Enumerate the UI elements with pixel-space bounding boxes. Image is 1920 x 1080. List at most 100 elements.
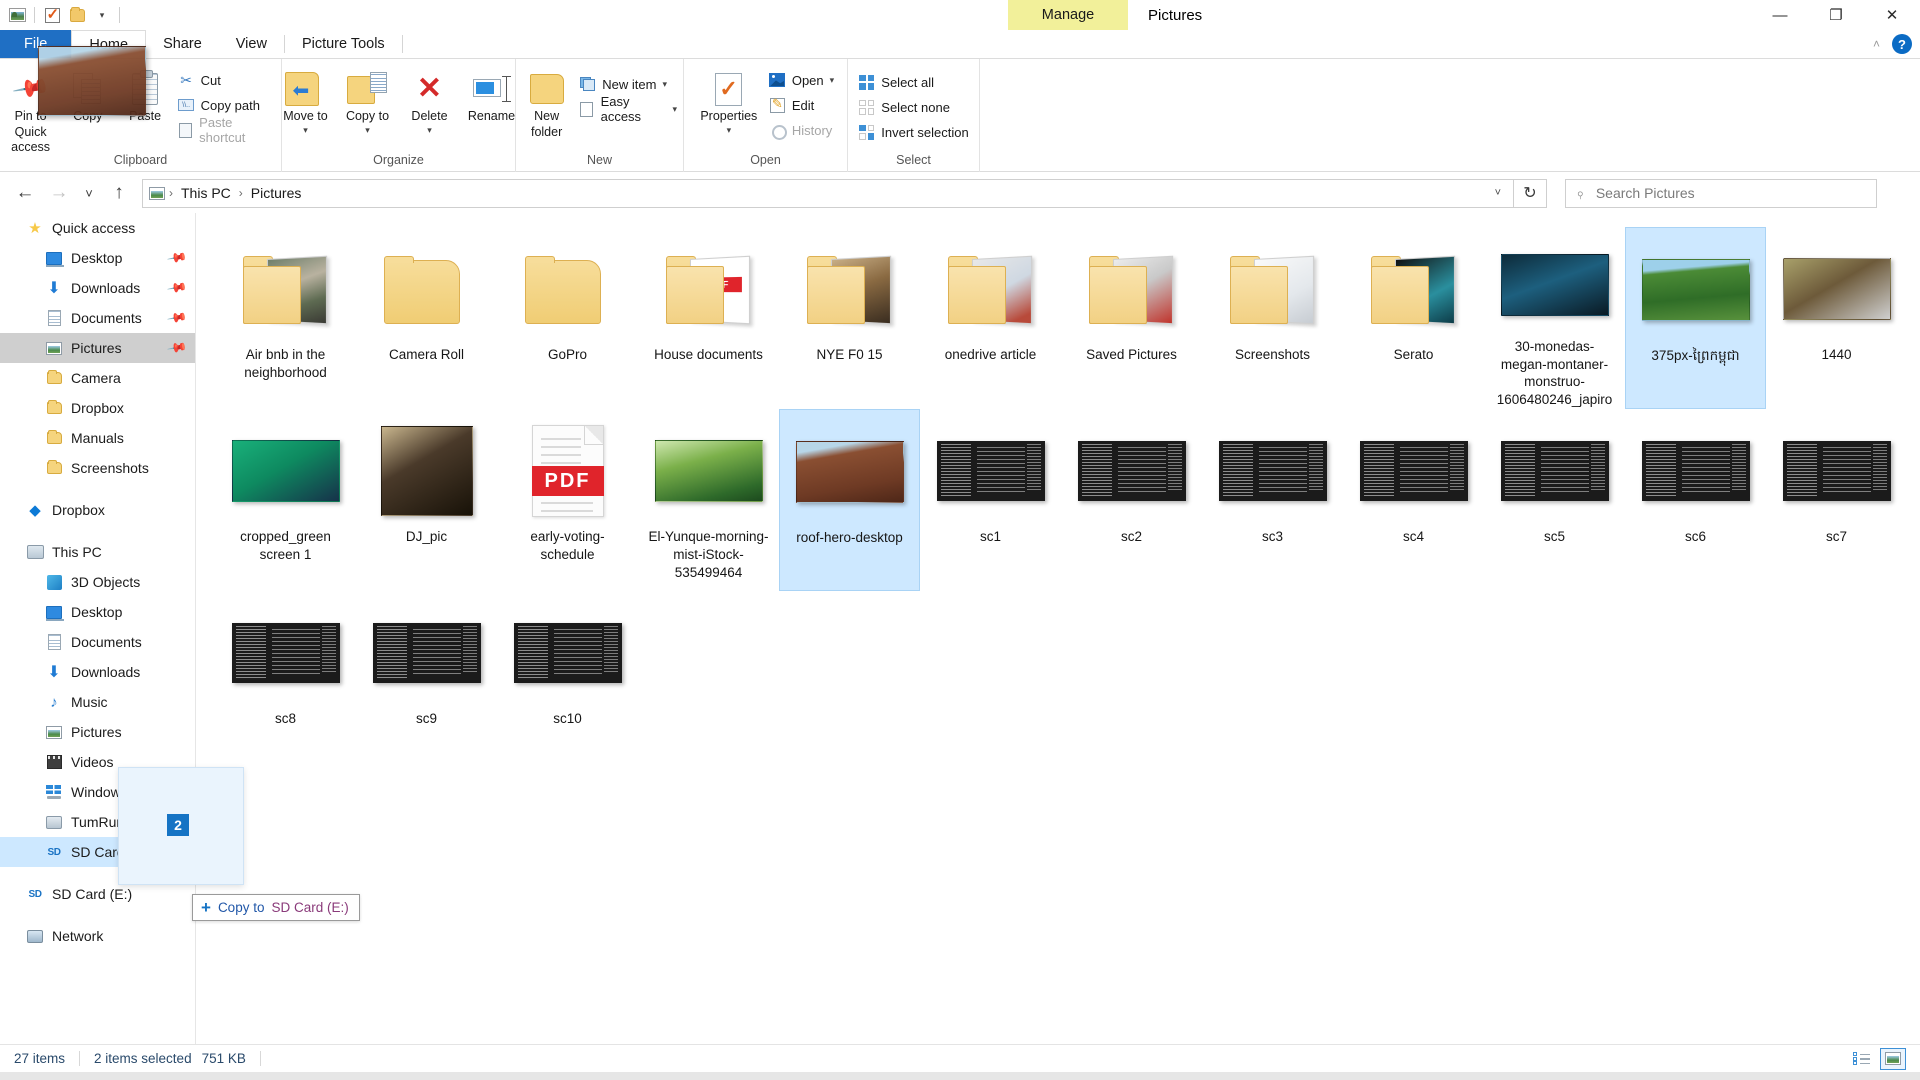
open-button[interactable]: Open ▾ bbox=[765, 69, 838, 91]
search-box[interactable]: ⌕ Search Pictures bbox=[1565, 178, 1877, 208]
tab-share[interactable]: Share bbox=[146, 30, 219, 58]
new-folder-button[interactable]: New folder bbox=[518, 63, 575, 140]
move-to-button[interactable]: ⬅ Move to ▾ bbox=[275, 63, 337, 136]
file-grid-item[interactable]: Saved Pictures bbox=[1061, 227, 1202, 409]
file-grid-item[interactable]: sc1 bbox=[920, 409, 1061, 591]
file-grid-item[interactable]: onedrive article bbox=[920, 227, 1061, 409]
file-grid-item[interactable]: Camera Roll bbox=[356, 227, 497, 409]
breadcrumb-this-pc[interactable]: This PC bbox=[177, 185, 235, 201]
file-grid-item[interactable]: Serato bbox=[1343, 227, 1484, 409]
sidebar-item-documents[interactable]: Documents bbox=[0, 627, 195, 657]
delete-button[interactable]: ✕ Delete ▾ bbox=[399, 63, 461, 136]
search-input[interactable]: Search Pictures bbox=[1596, 185, 1695, 201]
sidebar-item-network[interactable]: Network bbox=[0, 921, 195, 951]
file-grid-item[interactable]: 375px-ព្រៃកម្ពុជា bbox=[1625, 227, 1766, 409]
easy-access-button[interactable]: Easy access ▾ bbox=[575, 94, 681, 124]
copy-path-button[interactable]: \\.. Copy path bbox=[174, 94, 279, 116]
file-grid-item[interactable]: sc3 bbox=[1202, 409, 1343, 591]
pin-icon[interactable]: 📌 bbox=[166, 247, 188, 269]
file-grid-item[interactable]: sc9 bbox=[356, 591, 497, 773]
sidebar-item-dropbox[interactable]: ◆ Dropbox bbox=[0, 495, 195, 525]
rename-button[interactable]: Rename bbox=[461, 63, 523, 125]
file-grid-item[interactable]: DJ_pic bbox=[356, 409, 497, 591]
customize-qat-chevron-icon[interactable]: ▾ bbox=[91, 4, 113, 26]
sidebar-item-dropbox[interactable]: Dropbox bbox=[0, 393, 195, 423]
cut-button[interactable]: ✂ Cut bbox=[174, 69, 279, 91]
file-grid-item[interactable]: cropped_green screen 1 bbox=[215, 409, 356, 591]
tab-picture-tools[interactable]: Picture Tools bbox=[285, 30, 402, 58]
new-item-chevron-down-icon[interactable]: ▾ bbox=[662, 79, 667, 90]
sidebar-item-music[interactable]: ♪ Music bbox=[0, 687, 195, 717]
sidebar-item-this-pc[interactable]: This PC bbox=[0, 537, 195, 567]
move-to-chevron-down-icon[interactable]: ▾ bbox=[303, 125, 308, 136]
sidebar-item-camera[interactable]: Camera bbox=[0, 363, 195, 393]
pin-icon[interactable]: 📌 bbox=[166, 277, 188, 299]
invert-selection-button[interactable]: Invert selection bbox=[854, 121, 972, 143]
file-grid-item[interactable]: sc8 bbox=[215, 591, 356, 773]
new-item-button[interactable]: New item ▾ bbox=[575, 73, 681, 95]
sidebar-item-3d-objects[interactable]: 3D Objects bbox=[0, 567, 195, 597]
delete-chevron-down-icon[interactable]: ▾ bbox=[427, 125, 432, 136]
properties-chevron-down-icon[interactable]: ▾ bbox=[727, 125, 732, 136]
paste-shortcut-button[interactable]: Paste shortcut bbox=[174, 115, 279, 145]
file-grid-item[interactable]: sc7 bbox=[1766, 409, 1907, 591]
copy-to-button[interactable]: Copy to ▾ bbox=[337, 63, 399, 136]
sidebar-item-pictures[interactable]: Pictures bbox=[0, 717, 195, 747]
recent-locations-button[interactable]: ˅ bbox=[76, 179, 102, 207]
refresh-button[interactable]: ↻ bbox=[1514, 178, 1547, 208]
file-grid-item[interactable]: PDF House documents bbox=[638, 227, 779, 409]
sidebar-item-desktop[interactable]: Desktop 📌 bbox=[0, 243, 195, 273]
large-icons-view-icon[interactable] bbox=[1880, 1047, 1906, 1070]
breadcrumb-pictures[interactable]: Pictures bbox=[247, 185, 306, 201]
forward-button[interactable]: → bbox=[42, 179, 76, 207]
history-button[interactable]: History bbox=[765, 119, 838, 141]
file-grid-item[interactable]: sc6 bbox=[1625, 409, 1766, 591]
explorer-icon[interactable] bbox=[6, 4, 28, 26]
file-grid-item[interactable]: 30-monedas-megan-montaner-monstruo-16064… bbox=[1484, 227, 1625, 409]
close-button[interactable]: ✕ bbox=[1864, 0, 1920, 30]
maximize-button[interactable]: ❐ bbox=[1808, 0, 1864, 30]
back-button[interactable]: ← bbox=[8, 179, 42, 207]
easy-access-chevron-down-icon[interactable]: ▾ bbox=[672, 104, 677, 115]
file-grid-item[interactable]: El-Yunque-morning-mist-iStock-535499464 bbox=[638, 409, 779, 591]
help-button[interactable]: ? bbox=[1892, 34, 1912, 54]
select-none-button[interactable]: Select none bbox=[854, 96, 972, 118]
minimize-button[interactable]: — bbox=[1752, 0, 1808, 30]
contextual-tab-group-manage[interactable]: Manage bbox=[1008, 0, 1128, 30]
sidebar-item-quick-access[interactable]: ★ Quick access bbox=[0, 213, 195, 243]
pin-icon[interactable]: 📌 bbox=[166, 307, 188, 329]
sidebar-item-manuals[interactable]: Manuals bbox=[0, 423, 195, 453]
file-grid-item[interactable]: NYE F0 15 bbox=[779, 227, 920, 409]
sidebar-item-desktop[interactable]: Desktop bbox=[0, 597, 195, 627]
file-grid-item[interactable]: GoPro bbox=[497, 227, 638, 409]
file-list-view[interactable]: Air bnb in the neighborhood Camera Roll Go… bbox=[197, 213, 1920, 1044]
file-grid-item[interactable]: Screenshots bbox=[1202, 227, 1343, 409]
sidebar-item-documents[interactable]: Documents 📌 bbox=[0, 303, 195, 333]
tab-view[interactable]: View bbox=[219, 30, 284, 58]
sidebar-item-downloads[interactable]: ⬇ Downloads 📌 bbox=[0, 273, 195, 303]
copy-to-chevron-down-icon[interactable]: ▾ bbox=[365, 125, 370, 136]
file-grid-item[interactable]: 1440 bbox=[1766, 227, 1907, 409]
new-folder-icon[interactable] bbox=[66, 4, 88, 26]
properties-button[interactable]: Properties ▾ bbox=[693, 63, 765, 136]
address-field[interactable]: › This PC › Pictures ˅ bbox=[142, 178, 1514, 208]
up-button[interactable]: ↑ bbox=[102, 179, 136, 207]
file-grid-item[interactable]: PDF early-voting-schedule bbox=[497, 409, 638, 591]
file-grid-item[interactable]: sc4 bbox=[1343, 409, 1484, 591]
file-grid-item[interactable]: Air bnb in the neighborhood bbox=[215, 227, 356, 409]
select-all-button[interactable]: Select all bbox=[854, 71, 972, 93]
file-grid-item[interactable]: sc2 bbox=[1061, 409, 1202, 591]
edit-button[interactable]: Edit bbox=[765, 94, 838, 116]
sidebar-item-screenshots[interactable]: Screenshots bbox=[0, 453, 195, 483]
properties-check-icon[interactable] bbox=[41, 4, 63, 26]
sidebar-item-pictures[interactable]: Pictures 📌 bbox=[0, 333, 195, 363]
pin-icon[interactable]: 📌 bbox=[166, 337, 188, 359]
details-view-icon[interactable] bbox=[1848, 1048, 1874, 1070]
collapse-ribbon-icon[interactable]: ˄ bbox=[1873, 37, 1880, 51]
file-grid-item[interactable]: sc5 bbox=[1484, 409, 1625, 591]
open-chevron-down-icon[interactable]: ▾ bbox=[830, 75, 835, 86]
file-grid-item[interactable]: roof-hero-desktop bbox=[779, 409, 920, 591]
file-grid-item[interactable]: sc10 bbox=[497, 591, 638, 773]
navigation-pane[interactable]: ★ Quick access Desktop 📌 ⬇ Downloads 📌 Document… bbox=[0, 213, 196, 1044]
sidebar-item-downloads[interactable]: ⬇ Downloads bbox=[0, 657, 195, 687]
